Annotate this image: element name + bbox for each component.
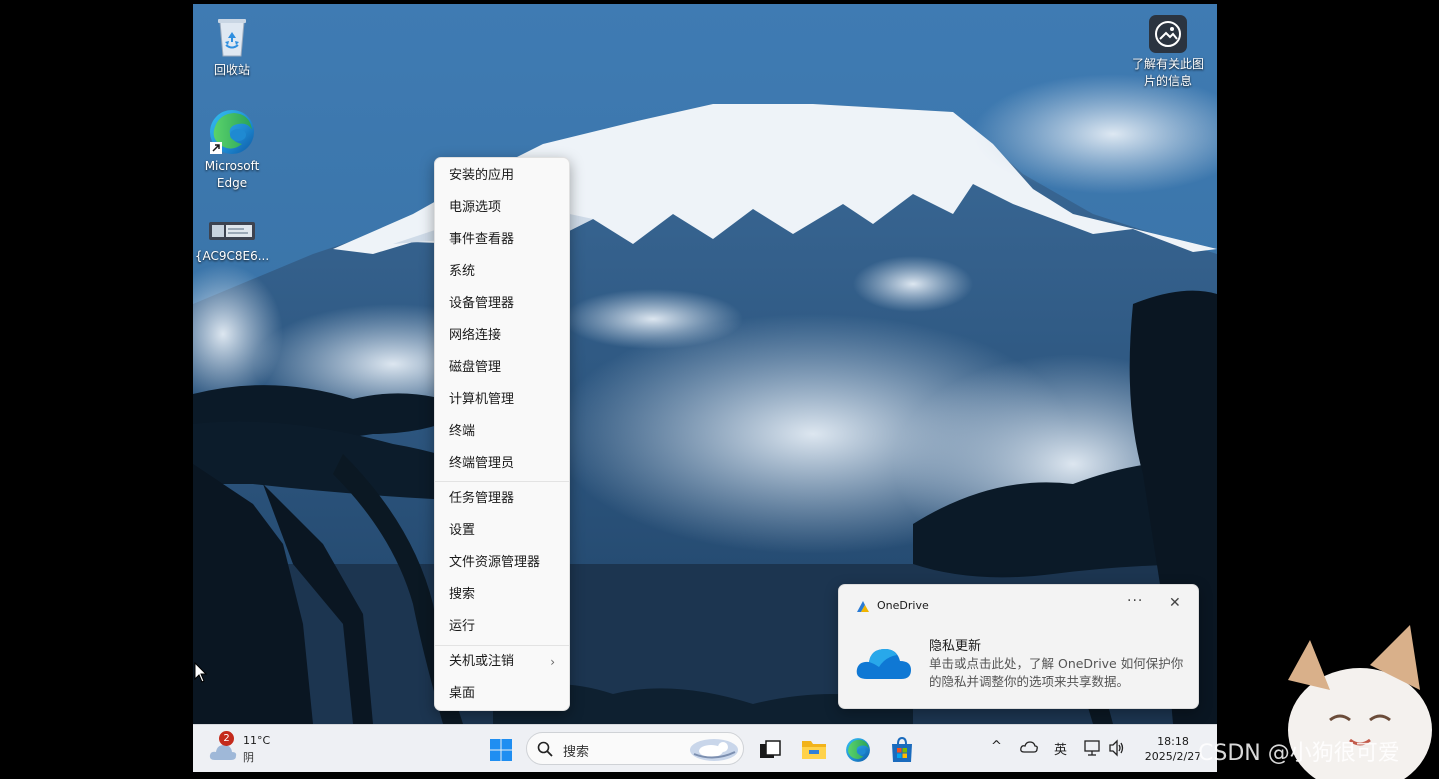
desktop-screen: 回收站 Microsoft Edge {AC9C8E6... 了解有关此图片的信…: [193, 4, 1217, 772]
menu-item-computer-management[interactable]: 计算机管理: [435, 385, 569, 415]
notification-title: 隐私更新: [929, 639, 982, 654]
ime-indicator[interactable]: 英: [1054, 739, 1067, 758]
menu-item-event-viewer[interactable]: 事件查看器: [435, 225, 569, 255]
desktop-icon-label: Microsoft Edge: [204, 159, 260, 190]
desktop-icon-label: 回收站: [213, 63, 250, 77]
network-icon[interactable]: [1084, 739, 1102, 757]
weather-temp: 11°C: [243, 734, 271, 747]
weather-widget[interactable]: 2 11°C 阴: [205, 731, 285, 767]
menu-item-terminal-admin[interactable]: 终端管理员: [435, 449, 569, 479]
start-icon[interactable]: [489, 738, 513, 762]
search-placeholder: 搜索: [563, 745, 590, 760]
onedrive-small-icon: [857, 601, 869, 612]
desktop-icon-edge[interactable]: Microsoft Edge: [193, 108, 272, 192]
taskbar-search[interactable]: 搜索: [526, 732, 744, 765]
menu-item-disk-management[interactable]: 磁盘管理: [435, 353, 569, 383]
menu-item-task-manager[interactable]: 任务管理器: [435, 484, 569, 514]
menu-item-network[interactable]: 网络连接: [435, 321, 569, 351]
store-icon[interactable]: [890, 737, 914, 763]
search-icon: [537, 741, 553, 757]
spotlight-info[interactable]: 了解有关此图片的信息: [1128, 14, 1208, 90]
menu-item-settings[interactable]: 设置: [435, 516, 569, 546]
menu-item-power-options[interactable]: 电源选项: [435, 193, 569, 223]
desktop-icon-label: {AC9C8E6...: [194, 249, 270, 263]
onedrive-tray-icon[interactable]: [1020, 741, 1038, 753]
menu-item-label: 关机或注销: [449, 654, 515, 669]
close-icon[interactable]: ✕: [1169, 595, 1181, 611]
recycle-bin-icon: [218, 19, 246, 57]
chevron-right-icon: ›: [550, 655, 555, 669]
notification-app-name: OneDrive: [877, 599, 929, 612]
desktop-icon-label: 了解有关此图片的信息: [1131, 57, 1204, 88]
menu-item-shutdown-signout[interactable]: 关机或注销 ›: [435, 647, 569, 677]
menu-separator: [435, 645, 569, 646]
search-highlight-icon: [690, 739, 738, 761]
file-explorer-icon[interactable]: [801, 737, 827, 761]
menu-item-system[interactable]: 系统: [435, 257, 569, 287]
desktop-icon-recycle-bin[interactable]: 回收站: [193, 12, 272, 79]
desktop-icon-shortcut-file[interactable]: {AC9C8E6...: [193, 216, 272, 265]
show-hidden-icons-chevron[interactable]: ^: [991, 739, 1002, 754]
winx-context-menu: 安装的应用 电源选项 事件查看器 系统 设备管理器 网络连接 磁盘管理 计算机管…: [434, 157, 570, 711]
csdn-watermark: CSDN @小狗很可爱: [1198, 741, 1400, 766]
task-view-icon[interactable]: [758, 738, 782, 762]
notification-body: 单击或点击此处，了解 OneDrive 如何保护你的隐私并调整你的选项来共享数据…: [929, 656, 1184, 689]
menu-item-search[interactable]: 搜索: [435, 580, 569, 610]
onedrive-cloud-icon: [856, 649, 911, 679]
menu-item-file-explorer[interactable]: 文件资源管理器: [435, 548, 569, 578]
cloud-weather-icon: [209, 745, 237, 760]
menu-item-device-manager[interactable]: 设备管理器: [435, 289, 569, 319]
edge-icon[interactable]: [845, 737, 871, 763]
volume-icon[interactable]: [1108, 739, 1126, 757]
more-options-icon[interactable]: ···: [1127, 593, 1143, 609]
menu-item-run[interactable]: 运行: [435, 612, 569, 642]
taskbar: 2 11°C 阴 搜索 ^ 英 18:18 2025/2/27: [193, 724, 1217, 772]
spotlight-info-icon: [1149, 15, 1187, 53]
shortcut-file-icon: [209, 222, 255, 240]
edge-icon: [210, 110, 254, 154]
menu-separator: [435, 481, 569, 482]
notification-badge: 2: [219, 731, 234, 746]
mouse-cursor-icon: [194, 662, 208, 683]
menu-item-terminal[interactable]: 终端: [435, 417, 569, 447]
menu-item-desktop[interactable]: 桌面: [435, 679, 569, 709]
menu-item-installed-apps[interactable]: 安装的应用: [435, 161, 569, 191]
weather-condition: 阴: [243, 751, 254, 764]
onedrive-notification[interactable]: OneDrive ··· ✕ 隐私更新 单击或点击此处，了解 OneDrive …: [838, 584, 1199, 709]
